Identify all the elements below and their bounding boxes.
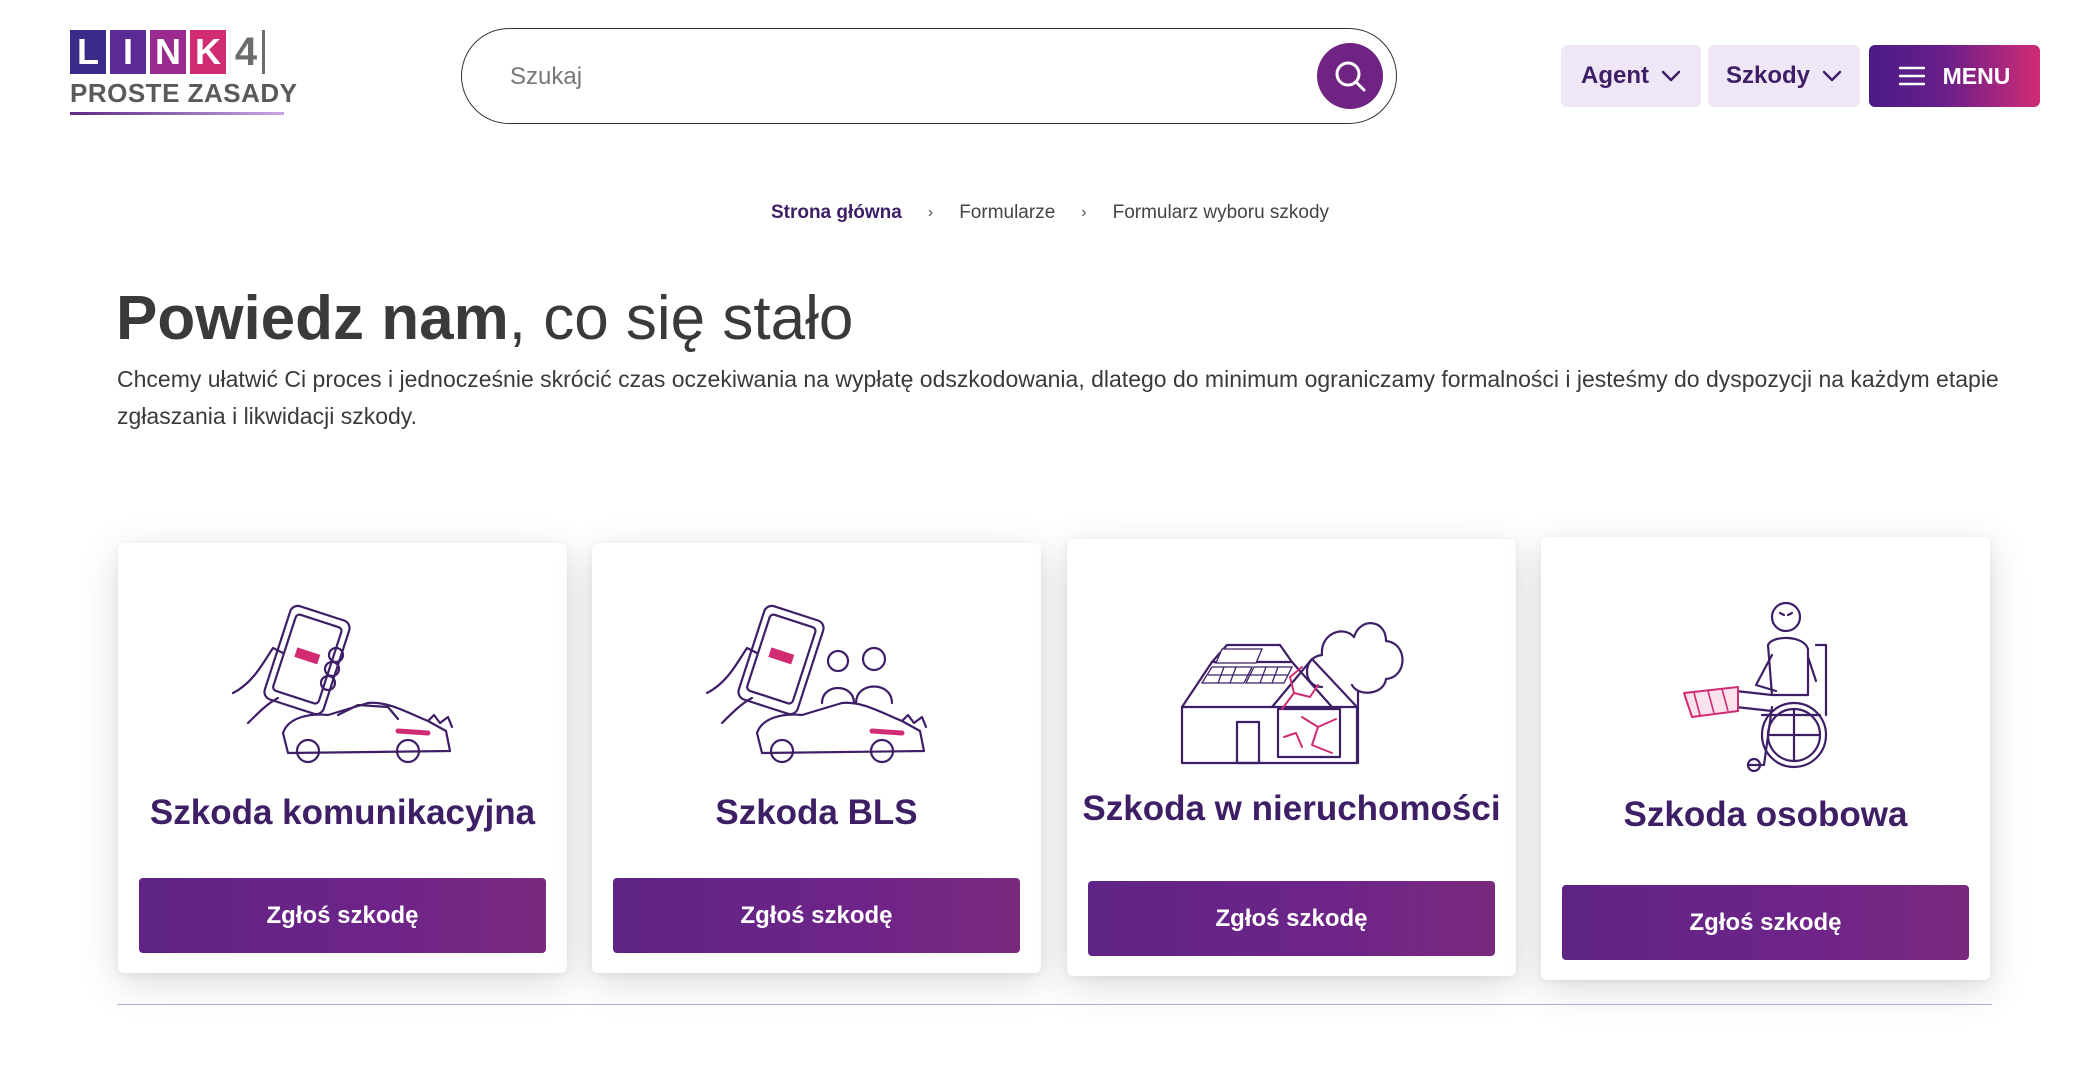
claim-card-bls: Szkoda BLS Zgłoś szkodę xyxy=(592,543,1041,973)
search-icon xyxy=(1335,61,1366,92)
report-claim-button[interactable]: Zgłoś szkodę xyxy=(1562,885,1969,960)
logo-digit: 4 xyxy=(230,30,265,74)
card-title: Szkoda w nieruchomości xyxy=(1082,789,1501,828)
site-header: L I N K 4 PROSTE ZASADY Agent Szkody xyxy=(0,0,2100,150)
chevron-right-icon: › xyxy=(1081,204,1087,221)
chevron-down-icon xyxy=(1661,70,1681,82)
logo-letters: L I N K 4 xyxy=(70,30,290,74)
card-title: Szkoda komunikacyjna xyxy=(149,793,536,832)
card-title: Szkoda BLS xyxy=(715,793,918,832)
claim-card-vehicle: Szkoda komunikacyjna Zgłoś szkodę xyxy=(118,543,567,973)
damaged-house-icon xyxy=(1180,622,1403,765)
illustration xyxy=(592,603,1041,773)
card-title: Szkoda osobowa xyxy=(1623,795,1908,834)
phone-car-people-icon xyxy=(705,604,927,764)
report-claim-button[interactable]: Zgłoś szkodę xyxy=(139,878,546,953)
search-bar xyxy=(461,28,1397,124)
link4-logo[interactable]: L I N K 4 PROSTE ZASADY xyxy=(70,30,298,122)
menu-label: MENU xyxy=(1942,62,2011,89)
breadcrumb-home[interactable]: Strona główna xyxy=(767,202,906,224)
claim-card-property: Szkoda w nieruchomości Zgłoś szkodę xyxy=(1067,539,1516,976)
illustration xyxy=(1067,597,1516,767)
illustration xyxy=(118,603,567,773)
phone-car-crash-icon xyxy=(231,604,453,764)
logo-letter-k: K xyxy=(190,30,226,74)
report-claim-button[interactable]: Zgłoś szkodę xyxy=(613,878,1020,953)
section-divider xyxy=(117,1004,1992,1005)
illustration xyxy=(1541,595,1990,773)
wheelchair-person-icon xyxy=(1682,601,1827,773)
menu-button[interactable]: MENU xyxy=(1869,45,2040,107)
logo-underline xyxy=(70,112,284,115)
page-title: Powiedz nam, co się stało xyxy=(116,288,853,350)
chevron-right-icon: › xyxy=(927,204,934,221)
logo-tagline: PROSTE ZASADY xyxy=(70,78,298,108)
claim-card-personal: Szkoda osobowa Zgłoś szkodę xyxy=(1541,537,1990,980)
breadcrumb: Strona główna › Formularze › Formularz w… xyxy=(0,202,2100,224)
logo-letter-l: L xyxy=(70,30,106,74)
page-description: Chcemy ułatwić Ci proces i jednocześnie … xyxy=(117,366,1999,429)
page-title-bold: Powiedz nam xyxy=(116,284,509,353)
breadcrumb-current: Formularz wyboru szkody xyxy=(1112,202,1330,223)
search-input[interactable] xyxy=(508,51,1292,103)
page-title-light: , co się stało xyxy=(508,284,854,353)
szkody-dropdown[interactable]: Szkody xyxy=(1708,45,1860,107)
chevron-down-icon xyxy=(1822,70,1842,82)
agent-label: Agent xyxy=(1581,62,1649,89)
logo-letter-n: N xyxy=(150,30,186,74)
search-button[interactable] xyxy=(1317,43,1383,109)
breadcrumb-forms[interactable]: Formularze xyxy=(955,202,1059,224)
szkody-label: Szkody xyxy=(1725,62,1811,89)
report-claim-button[interactable]: Zgłoś szkodę xyxy=(1088,881,1495,956)
logo-letter-i: I xyxy=(110,30,146,74)
hamburger-icon xyxy=(1898,66,1925,86)
agent-dropdown[interactable]: Agent xyxy=(1561,45,1701,107)
